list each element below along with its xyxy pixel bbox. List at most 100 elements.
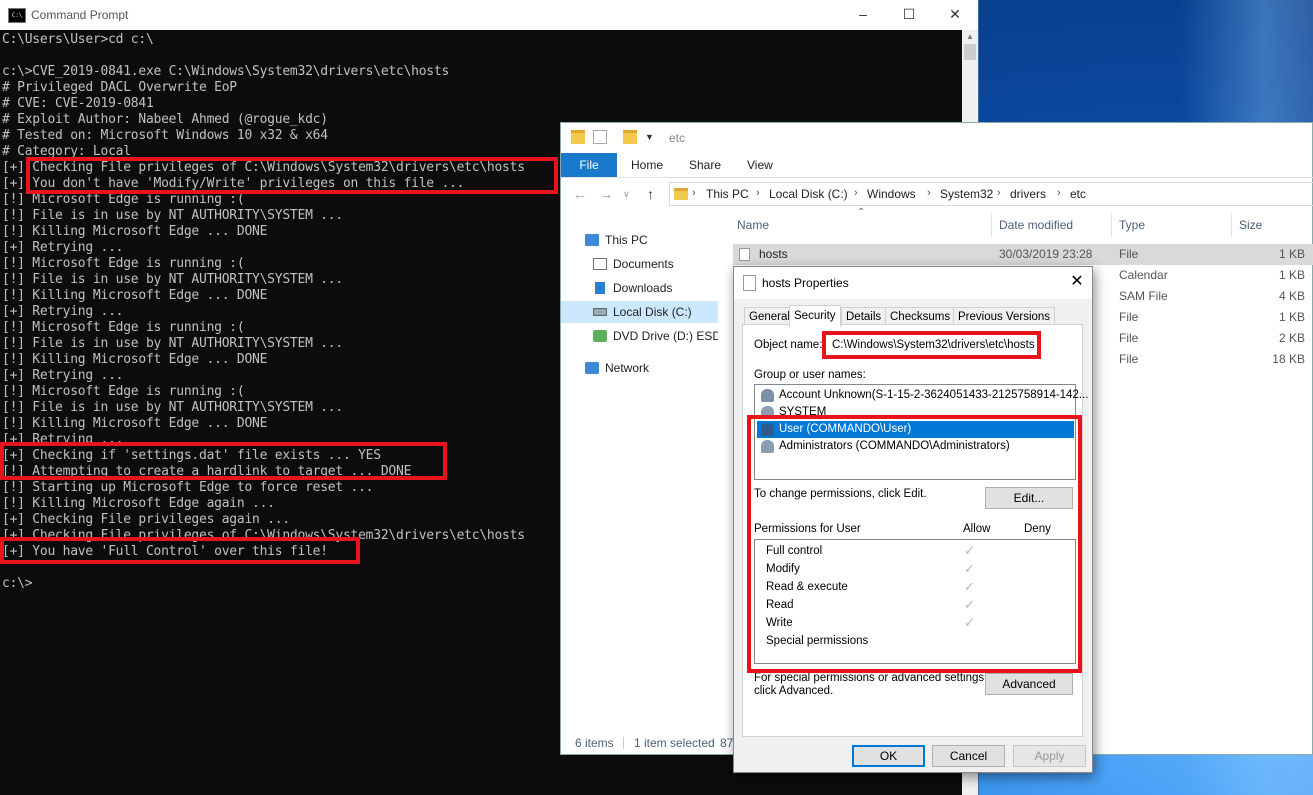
breadcrumb-local-disk[interactable]: Local Disk (C:) (769, 187, 848, 201)
explorer-title-bar[interactable]: ▼ etc (561, 123, 1313, 153)
cmd-icon: C:\ (8, 8, 26, 23)
new-folder-icon[interactable] (623, 130, 637, 144)
object-name-label: Object name: (754, 339, 823, 351)
breadcrumb-windows[interactable]: Windows (867, 187, 916, 201)
tab-security[interactable]: Security (789, 305, 841, 327)
file-type: File (1119, 352, 1139, 366)
console-line: [!] Killing Microsoft Edge ... DONE (2, 288, 268, 303)
chevron-right-icon: › (997, 187, 1001, 199)
special-permissions-text-2: click Advanced. (754, 685, 834, 697)
nav-item-downloads[interactable]: Downloads (591, 277, 716, 299)
file-name: hosts (759, 247, 788, 261)
nav-item-this-pc[interactable]: This PC (583, 229, 713, 251)
breadcrumb-drivers[interactable]: drivers (1010, 187, 1046, 201)
column-size[interactable]: Size (1239, 218, 1262, 232)
highlight-box-permissions (747, 415, 1082, 673)
dialog-title: hosts Properties (762, 276, 849, 290)
breadcrumb-system32[interactable]: System32 (940, 187, 993, 201)
ok-button[interactable]: OK (852, 745, 925, 767)
group-label: Group or user names: (754, 369, 866, 381)
highlight-box-full-control (0, 537, 360, 564)
console-line: c:\> (2, 576, 33, 591)
console-line: [+] Checking File privileges again ... (2, 512, 290, 527)
nav-item-dvd-drive[interactable]: DVD Drive (D:) ESD- (591, 325, 718, 347)
ribbon-tab-share[interactable]: Share (689, 153, 721, 177)
console-line: [!] Killing Microsoft Edge ... DONE (2, 224, 268, 239)
documents-icon (593, 258, 607, 270)
maximize-button[interactable]: ☐ (886, 0, 932, 30)
folder-icon (571, 130, 585, 144)
column-divider[interactable] (991, 213, 992, 237)
address-row: ← → ∨ ↑ › This PC › Local Disk (C:) › Wi… (561, 178, 1313, 210)
column-date-modified[interactable]: Date modified (999, 218, 1073, 232)
ribbon-tab-view[interactable]: View (747, 153, 773, 177)
file-type: File (1119, 310, 1139, 324)
console-line: c:\>CVE_2019-0841.exe C:\Windows\System3… (2, 64, 450, 79)
console-line: # Privileged DACL Overwrite EoP (2, 80, 237, 95)
nav-label: Documents (613, 257, 674, 271)
close-button[interactable]: ✕ (932, 0, 978, 30)
column-divider[interactable] (1111, 213, 1112, 237)
file-size: 18 KB (1272, 352, 1305, 366)
special-permissions-text: For special permissions or advanced sett… (754, 672, 988, 684)
quick-access-dropdown-icon[interactable]: ▼ (645, 130, 659, 144)
file-size: 2 KB (1278, 331, 1305, 345)
nav-label: This PC (605, 233, 648, 247)
console-line: [!] Starting up Microsoft Edge to force … (2, 480, 374, 495)
address-bar[interactable]: › This PC › Local Disk (C:) › Windows › … (669, 182, 1313, 206)
dvd-icon (593, 330, 607, 342)
nav-label: Downloads (613, 281, 673, 295)
nav-label: Network (605, 361, 650, 375)
column-divider[interactable] (1231, 213, 1232, 237)
console-line: [+] Retrying ... (2, 368, 124, 383)
properties-check-icon[interactable] (593, 130, 607, 144)
close-icon[interactable]: ✕ (1062, 267, 1092, 299)
address-folder-icon (674, 188, 688, 200)
file-row[interactable]: hosts 30/03/2019 23:28 File 1 KB (733, 244, 1313, 265)
scrollbar-thumb[interactable] (964, 44, 976, 60)
status-selected: 1 item selected (634, 736, 715, 750)
console-line: [!] File is in use by NT AUTHORITY\SYSTE… (2, 400, 343, 415)
ribbon-tab-file[interactable]: File (561, 153, 617, 177)
scroll-up-icon[interactable]: ▲ (962, 30, 978, 44)
navigation-pane: This PC Documents Downloads Local Disk (… (561, 223, 718, 733)
document-icon (743, 275, 756, 291)
highlight-box-initial-check (26, 157, 558, 194)
cmd-title-bar[interactable]: C:\ Command Prompt – ☐ ✕ (0, 0, 978, 30)
file-size: 1 KB (1278, 268, 1305, 282)
console-line: [!] Killing Microsoft Edge ... DONE (2, 416, 268, 431)
chevron-right-icon: › (1057, 187, 1061, 199)
console-line: [+] Retrying ... (2, 304, 124, 319)
column-type[interactable]: Type (1119, 218, 1145, 232)
up-arrow-icon[interactable]: ↑ (647, 186, 654, 202)
breadcrumb-etc[interactable]: etc (1070, 187, 1086, 201)
highlight-box-object-name (822, 331, 1041, 359)
status-item-count: 6 items (575, 736, 614, 750)
chevron-right-icon: › (854, 187, 858, 199)
file-date: 30/03/2019 23:28 (999, 247, 1093, 261)
hosts-properties-dialog: hosts Properties ✕ General Security Deta… (733, 266, 1093, 773)
console-line: [!] Killing Microsoft Edge again ... (2, 496, 275, 511)
sort-ascending-icon: ⌃ (857, 207, 866, 218)
nav-item-local-disk[interactable]: Local Disk (C:) (561, 301, 718, 323)
network-icon (585, 362, 599, 374)
dialog-title-bar[interactable]: hosts Properties ✕ (734, 267, 1092, 299)
minimize-button[interactable]: – (840, 0, 886, 30)
apply-button[interactable]: Apply (1013, 745, 1086, 767)
back-arrow-icon[interactable]: ← (573, 186, 587, 202)
breadcrumb-this-pc[interactable]: This PC (706, 187, 749, 201)
column-name[interactable]: Name (737, 218, 769, 232)
nav-item-network[interactable]: Network (583, 357, 713, 379)
downloads-icon (595, 282, 605, 294)
ribbon-tab-home[interactable]: Home (631, 153, 663, 177)
cancel-button[interactable]: Cancel (932, 745, 1005, 767)
file-type: SAM File (1119, 289, 1168, 303)
list-item[interactable]: Account Unknown(S-1-15-2-3624051433-2125… (757, 387, 1088, 404)
file-type: File (1119, 247, 1139, 261)
nav-item-documents[interactable]: Documents (591, 253, 716, 275)
recent-dropdown-icon[interactable]: ∨ (623, 189, 630, 200)
advanced-button[interactable]: Advanced (985, 673, 1073, 695)
console-line: [!] Killing Microsoft Edge ... DONE (2, 352, 268, 367)
forward-arrow-icon[interactable]: → (599, 186, 613, 202)
console-line: [!] File is in use by NT AUTHORITY\SYSTE… (2, 272, 343, 287)
